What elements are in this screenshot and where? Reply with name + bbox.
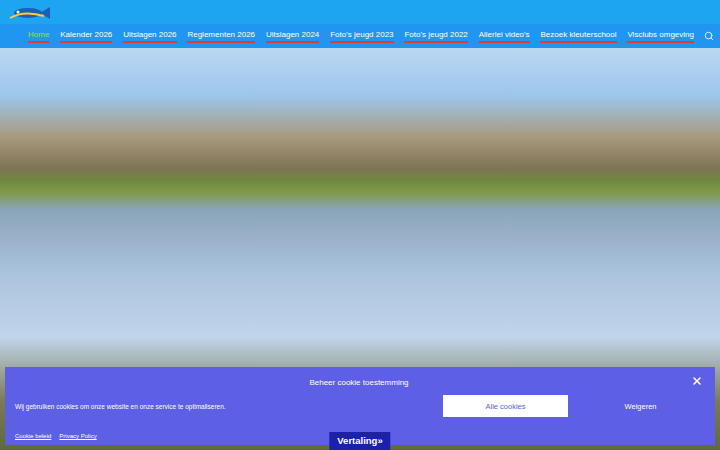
nav-item[interactable]: Foto's jeugd 2023 [330, 30, 393, 43]
cookie-title: Beheer cookie toestemming [309, 378, 408, 387]
fish-logo-icon[interactable] [4, 2, 52, 22]
nav-item[interactable]: Uitslagen 2026 [123, 30, 176, 43]
nav-item[interactable]: Reglementen 2026 [187, 30, 255, 43]
cookie-button[interactable]: Alle cookies [443, 395, 568, 417]
cookie-body: Wij gebruiken cookies om onze website en… [15, 395, 703, 417]
nav-item[interactable]: Home [28, 30, 49, 43]
logo-row [0, 0, 720, 24]
close-icon[interactable] [691, 375, 703, 387]
nav-list: Home Kalender 2026 Uitslagen 2026 Reglement… [28, 30, 694, 43]
nav-item[interactable]: Visclubs omgeving [627, 30, 694, 43]
nav-item[interactable]: Kalender 2026 [60, 30, 112, 43]
header: Home Kalender 2026 Uitslagen 2026 Reglement… [0, 0, 720, 48]
cookie-buttons: Alle cookies Weigeren [443, 395, 703, 417]
nav-item[interactable]: Uitslagen 2024 [266, 30, 319, 43]
cookie-header: Beheer cookie toestemming [15, 375, 703, 389]
nav-bar: Home Kalender 2026 Uitslagen 2026 Reglement… [0, 24, 720, 48]
cookie-button[interactable]: Weigeren [578, 395, 703, 417]
cookie-message: Wij gebruiken cookies om onze website en… [15, 403, 431, 410]
nav-item[interactable]: Foto's jeugd 2022 [404, 30, 467, 43]
cookie-link[interactable]: Cookie beleid [15, 433, 51, 439]
cookie-link[interactable]: Privacy Policy [59, 433, 96, 439]
page: Home Kalender 2026 Uitslagen 2026 Reglement… [0, 0, 720, 450]
search-icon[interactable] [704, 31, 714, 41]
nav-item[interactable]: Bezoek kleuterschool [540, 30, 616, 43]
close-button[interactable] [691, 375, 703, 387]
translate-button[interactable]: Vertaling» [329, 432, 390, 450]
nav-item[interactable]: Allerlei video's [479, 30, 530, 43]
